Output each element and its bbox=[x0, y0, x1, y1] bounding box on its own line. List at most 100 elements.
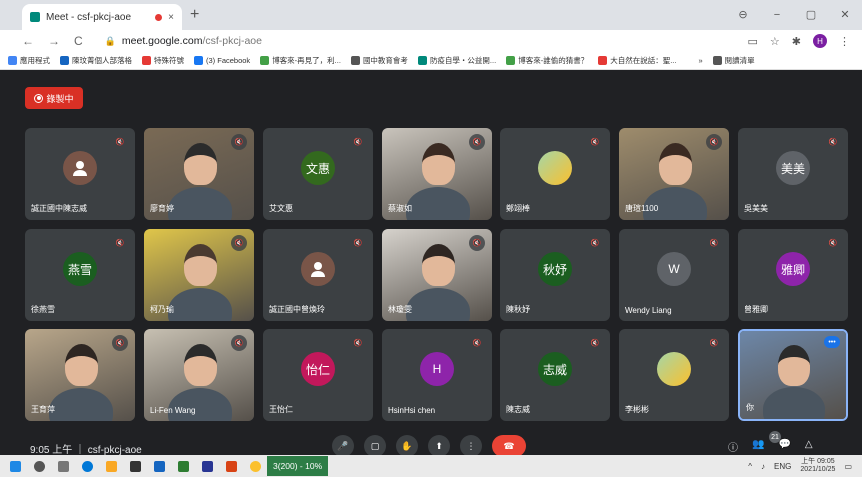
bookmark-item[interactable]: 特殊符號 bbox=[142, 55, 184, 66]
tab-close-icon[interactable]: × bbox=[168, 12, 174, 23]
task-view-icon[interactable] bbox=[58, 460, 69, 472]
bookmark-label: » bbox=[698, 56, 703, 65]
recording-button[interactable]: 錄製中 bbox=[25, 87, 83, 109]
chat-icon[interactable]: 💬 bbox=[778, 439, 790, 454]
participant-tile[interactable]: 🔇 廖育婷 bbox=[144, 128, 254, 220]
taskbar-icons bbox=[0, 460, 261, 472]
notification-icon[interactable]: ▭ bbox=[844, 462, 852, 471]
participant-tile[interactable]: 🔇 李彬彬 bbox=[619, 329, 729, 421]
mic-button[interactable]: 🎤 bbox=[332, 435, 354, 457]
participant-tile[interactable]: 🔇 誠正國中曾煥玲 bbox=[263, 229, 373, 321]
participant-tile[interactable]: 🔇 柯乃瑜 bbox=[144, 229, 254, 321]
participant-tile[interactable]: 秋妤 🔇 陳秋妤 bbox=[500, 229, 610, 321]
participant-name: HsinHsi chen bbox=[388, 406, 436, 415]
profile-image-avatar bbox=[657, 352, 691, 387]
tray-chevron-icon[interactable]: ^ bbox=[748, 462, 752, 471]
cast-icon[interactable]: ▭ bbox=[748, 35, 758, 48]
mic-off-icon: 🔇 bbox=[590, 240, 600, 247]
browser-menu-icon[interactable]: ⋮ bbox=[839, 35, 850, 48]
participant-tile[interactable]: 燕雪 🔇 徐燕雪 bbox=[25, 229, 135, 321]
participant-tile[interactable]: 🔇 唐瑄1100 bbox=[619, 128, 729, 220]
profile-avatar[interactable]: H bbox=[813, 34, 827, 48]
bookmark-item[interactable]: 陳玟菁個人部落格 bbox=[60, 55, 132, 66]
info-icon[interactable]: ⓘ bbox=[728, 439, 738, 454]
clock[interactable]: 上午 09:05 2021/10/25 bbox=[800, 458, 835, 474]
participant-name: 誠正國中曾煥玲 bbox=[269, 305, 325, 314]
bookmark-label: 博客來-再見了，利... bbox=[272, 56, 341, 65]
new-tab-button[interactable]: + bbox=[190, 6, 199, 24]
participant-tile[interactable]: 🔇 誠正國中陳志威 bbox=[25, 128, 135, 220]
clock-time: 上午 09:05 bbox=[801, 458, 835, 465]
more-options-button[interactable]: ⋮ bbox=[460, 435, 482, 457]
participant-name: Li-Fen Wang bbox=[150, 406, 196, 415]
media-control-icon[interactable]: ⊖ bbox=[726, 0, 760, 30]
app-icon[interactable] bbox=[154, 460, 165, 472]
url-field[interactable]: 🔒 meet.google.com /csf-pkcj-aoe bbox=[105, 35, 262, 47]
person-silhouette bbox=[183, 243, 217, 287]
bookmark-item[interactable]: 博客來-誰偷的猜書？ bbox=[506, 55, 588, 66]
volume-icon[interactable]: ♪ bbox=[761, 462, 765, 471]
lang-indicator[interactable]: ENG bbox=[774, 462, 791, 471]
edge-icon[interactable] bbox=[82, 460, 93, 472]
more-options-icon[interactable]: ••• bbox=[824, 336, 840, 348]
reload-button[interactable]: C bbox=[74, 34, 83, 48]
bookmark-item[interactable]: 國中教育會考 bbox=[350, 55, 408, 66]
camera-button[interactable]: ▢ bbox=[364, 435, 386, 457]
people-icon[interactable]: 👥 bbox=[752, 439, 764, 454]
store-icon[interactable] bbox=[130, 460, 141, 472]
bookmark-item[interactable]: 大自然在說話：聖... bbox=[598, 55, 676, 66]
mic-off-icon: 🔇 bbox=[353, 139, 363, 146]
mic-off-icon: 🔇 bbox=[115, 139, 125, 146]
minimize-button[interactable]: − bbox=[760, 0, 794, 30]
participant-tile[interactable]: W 🔇 Wendy Liang bbox=[619, 229, 729, 321]
end-call-button[interactable]: ☎ bbox=[492, 435, 526, 457]
tab-title: Meet - csf-pkcj-aoe bbox=[46, 11, 132, 23]
forward-button[interactable]: → bbox=[48, 34, 60, 48]
powerpoint-icon[interactable] bbox=[226, 460, 237, 472]
participant-name: 陳志威 bbox=[506, 405, 530, 414]
star-icon[interactable]: ☆ bbox=[770, 35, 780, 48]
bookmark-item[interactable]: 博客來-再見了，利... bbox=[260, 55, 341, 66]
windows-taskbar: 3(200) - 10% ^ ♪ ENG 上午 09:05 2021/10/25… bbox=[0, 455, 862, 477]
participant-tile[interactable]: 🔇 Li-Fen Wang bbox=[144, 329, 254, 421]
participant-tile[interactable]: 🔇 王育萍 bbox=[25, 329, 135, 421]
extensions-icon[interactable]: ✱ bbox=[792, 35, 801, 48]
taskbar-active-window[interactable]: 3(200) - 10% bbox=[267, 456, 329, 476]
participant-tile[interactable]: 文惠 🔇 艾文惠 bbox=[263, 128, 373, 220]
activities-icon[interactable]: △ bbox=[805, 439, 813, 454]
participant-tile[interactable]: 怡仁 🔇 王怡仁 bbox=[263, 329, 373, 421]
mic-off-icon: 🔇 bbox=[472, 340, 482, 347]
teams-icon[interactable] bbox=[202, 460, 213, 472]
close-window-button[interactable]: ✕ bbox=[828, 0, 862, 30]
address-bar: ← → C 🔒 meet.google.com /csf-pkcj-aoe ▭ … bbox=[0, 30, 862, 52]
bookmark-item[interactable]: (3) Facebook bbox=[194, 56, 250, 65]
present-button[interactable]: ⬆ bbox=[428, 435, 450, 457]
chrome-icon[interactable] bbox=[250, 460, 261, 472]
participant-tile[interactable]: 志威 🔇 陳志威 bbox=[500, 329, 610, 421]
bookmark-icon bbox=[712, 56, 722, 65]
maximize-button[interactable]: ▢ bbox=[794, 0, 828, 30]
participant-name: 唐瑄1100 bbox=[625, 204, 659, 213]
back-button[interactable]: ← bbox=[22, 34, 34, 48]
bookmark-label: 應用程式 bbox=[20, 56, 50, 65]
participant-tile[interactable]: 美美 🔇 吳美美 bbox=[738, 128, 848, 220]
start-icon[interactable] bbox=[10, 460, 21, 472]
bookmark-item[interactable]: 應用程式 bbox=[8, 55, 50, 66]
line-icon[interactable] bbox=[178, 460, 189, 472]
bookmark-item[interactable]: 防疫自學・公益開... bbox=[417, 55, 496, 66]
participant-tile[interactable]: 雅卿 🔇 曾雅卿 bbox=[738, 229, 848, 321]
participant-tile[interactable]: ••• 你 bbox=[738, 329, 848, 421]
file-explorer-icon[interactable] bbox=[106, 460, 117, 472]
bookmark-item[interactable]: 閱讀清單 bbox=[712, 55, 755, 66]
participant-name: 曾雅卿 bbox=[744, 305, 768, 314]
participant-tile[interactable]: 🔇 蔡淑如 bbox=[382, 128, 492, 220]
participant-tile[interactable]: H 🔇 HsinHsi chen bbox=[382, 329, 492, 421]
raise-hand-button[interactable]: ✋ bbox=[396, 435, 418, 457]
mic-off-icon: 🔇 bbox=[353, 240, 363, 247]
bookmark-item[interactable]: » bbox=[686, 56, 702, 65]
bookmark-icon bbox=[142, 56, 151, 65]
participant-tile[interactable]: 🔇 鄭翊棒 bbox=[500, 128, 610, 220]
browser-tab[interactable]: Meet - csf-pkcj-aoe × bbox=[22, 4, 182, 30]
participant-tile[interactable]: 🔇 林瓊雯 bbox=[382, 229, 492, 321]
search-icon[interactable] bbox=[34, 460, 45, 472]
